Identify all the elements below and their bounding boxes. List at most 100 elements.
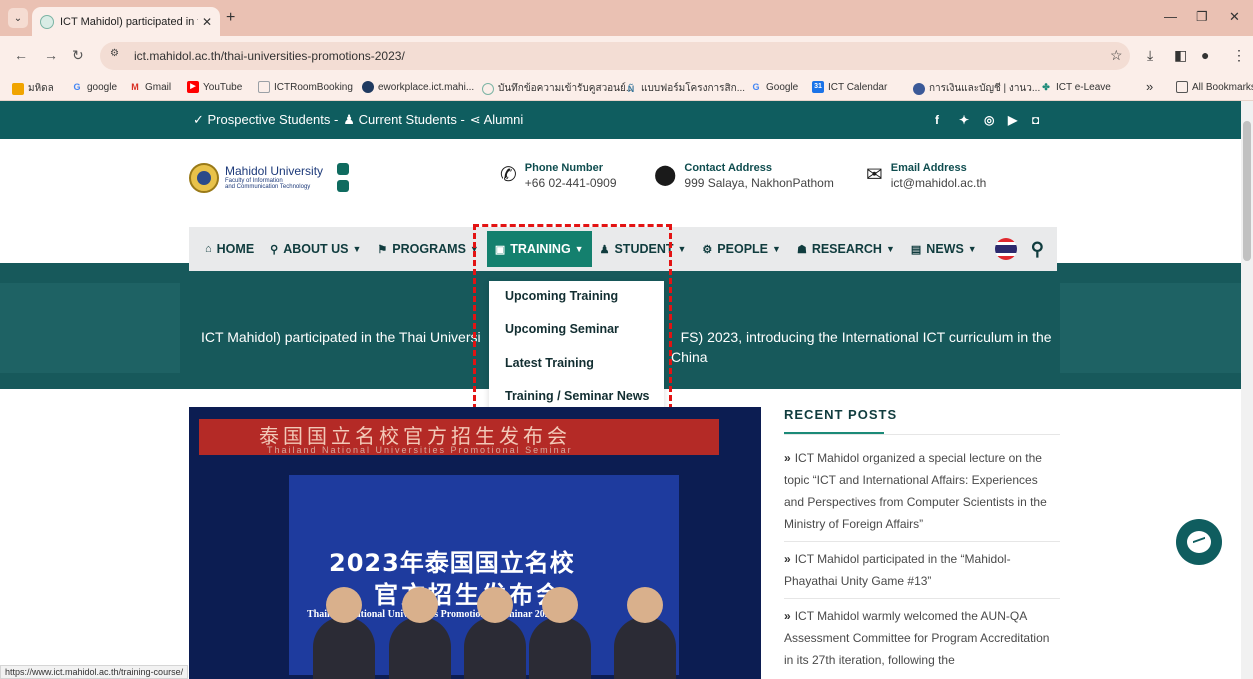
- bookmark-item[interactable]: G Google: [750, 81, 798, 93]
- bookmark-item[interactable]: ✤ ICT e-Leave: [1040, 81, 1111, 93]
- youtube-icon: ▶: [187, 81, 199, 93]
- tab-search-button[interactable]: ⌄: [8, 8, 28, 28]
- audience-links: ✓ Prospective Students - ♟ Current Stude…: [193, 112, 523, 128]
- university-name: Mahidol University: [225, 164, 324, 179]
- location-pin-icon: ⬤: [654, 164, 677, 186]
- nav-news[interactable]: ▤ NEWS ▼: [903, 231, 985, 267]
- google-icon: G: [752, 82, 760, 92]
- address-bar[interactable]: ⚙ ict.mahidol.ac.th/thai-universities-pr…: [100, 42, 1130, 70]
- scrollbar-thumb[interactable]: [1243, 121, 1251, 261]
- close-tab-icon[interactable]: ✕: [202, 15, 212, 29]
- globe-icon: [362, 81, 374, 93]
- hero-background-graphic: [1060, 283, 1241, 373]
- email-contact: ✉ Email Address ict@mahidol.ac.th: [866, 162, 986, 190]
- bookmark-item[interactable]: Ñ แบบฟอร์มโครงการสิก...: [625, 81, 745, 96]
- address-label: Contact Address: [684, 162, 772, 174]
- browser-toolbar: ← → ↻ ⚙ ict.mahidol.ac.th/thai-universit…: [0, 36, 1253, 76]
- phone-contact: ✆ Phone Number +66 02-441-0909: [500, 162, 617, 190]
- forward-icon[interactable]: →: [44, 47, 58, 63]
- hero-background-graphic: [0, 283, 180, 373]
- youtube-icon[interactable]: ▶: [1008, 113, 1017, 127]
- top-info-bar: ✓ Prospective Students - ♟ Current Stude…: [0, 101, 1241, 139]
- download-icon[interactable]: ⤓: [1147, 47, 1153, 64]
- bookmark-item[interactable]: Ggoogle: [71, 81, 117, 93]
- mahidol-icon: [12, 82, 24, 95]
- people-icon: ⚙: [702, 243, 713, 256]
- finance-icon: [913, 82, 925, 95]
- bookmark-item[interactable]: มหิดล: [12, 81, 54, 96]
- bookmark-item[interactable]: eworkplace.ict.mahi...: [362, 81, 474, 93]
- url-text[interactable]: ict.mahidol.ac.th/thai-universities-prom…: [134, 49, 405, 63]
- phone-icon: ✆: [500, 164, 517, 186]
- side-panel-icon[interactable]: ◧: [1174, 47, 1187, 64]
- site-favicon-icon: [40, 14, 54, 29]
- web-page: ✓ Prospective Students - ♟ Current Stude…: [0, 101, 1241, 679]
- thai-flag-icon[interactable]: [994, 238, 1017, 260]
- nav-home[interactable]: ⌂ HOME: [197, 231, 262, 267]
- faculty-name-line2: and Communication Technology: [225, 184, 311, 191]
- nav-programs[interactable]: ⚑ PROGRAMS ▼: [369, 231, 486, 267]
- tab-title: ICT Mahidol) participated in the: [60, 15, 198, 28]
- bookmark-item[interactable]: การเงินและบัญชี | งานว...: [913, 81, 1040, 96]
- address-contact: ⬤ Contact Address 999 Salaya, NakhonPath…: [654, 162, 834, 190]
- bookmark-item[interactable]: ▶ YouTube: [187, 81, 242, 93]
- page-scrollbar[interactable]: [1241, 101, 1253, 679]
- photo-banner-english: Thailand National Universities Promotion…: [267, 445, 573, 455]
- chevron-down-icon: ▼: [352, 244, 362, 254]
- person-figure: [529, 587, 591, 679]
- recent-post-item[interactable]: » ICT Mahidol participated in the “Mahido…: [784, 542, 1060, 599]
- phone-label: Phone Number: [524, 162, 603, 174]
- nav-research[interactable]: ☗ RESEARCH ▼: [789, 231, 903, 267]
- profile-avatar-icon[interactable]: ●: [1201, 47, 1209, 63]
- alumni-link[interactable]: ⋖ Alumni: [470, 112, 524, 128]
- site-logo[interactable]: Mahidol University Faculty of Informatio…: [189, 163, 351, 193]
- bookmark-item[interactable]: บันทึกข้อความเข้ารับคูสวอนย์...: [482, 81, 634, 96]
- minimize-icon[interactable]: —: [1164, 9, 1177, 24]
- status-bar-url: https://www.ict.mahidol.ac.th/training-c…: [0, 665, 189, 679]
- twitter-icon[interactable]: ✦: [959, 113, 969, 127]
- search-icon[interactable]: ⚲: [1031, 239, 1044, 260]
- graduation-cap-icon: ⚑: [377, 243, 388, 256]
- bookmark-item[interactable]: ICTRoomBooking: [258, 81, 353, 93]
- ict-icon: Ñ: [627, 83, 635, 94]
- nav-people[interactable]: ⚙ PEOPLE ▼: [694, 231, 789, 267]
- site-header: Mahidol University Faculty of Informatio…: [0, 139, 1241, 227]
- bookmark-item[interactable]: 31 ICT Calendar: [812, 81, 887, 93]
- messenger-chat-button[interactable]: [1176, 519, 1222, 565]
- reload-icon[interactable]: ↻: [72, 47, 84, 64]
- nav-about-us[interactable]: ⚲ ABOUT US ▼: [262, 231, 369, 267]
- facebook-icon[interactable]: f: [935, 113, 939, 127]
- chevron-right-icon: »: [784, 552, 791, 566]
- newspaper-icon: ▤: [910, 243, 922, 256]
- person-figure: [313, 587, 375, 679]
- all-bookmarks-button[interactable]: All Bookmarks: [1176, 81, 1253, 93]
- recent-posts-title: RECENT POSTS: [784, 407, 898, 422]
- recent-post-item[interactable]: » ICT Mahidol warmly welcomed the AUN-QA …: [784, 599, 1060, 677]
- folder-icon: [1176, 81, 1188, 93]
- line-icon[interactable]: ◘: [1032, 113, 1039, 127]
- site-info-icon[interactable]: ⚙: [110, 48, 126, 64]
- current-students-link[interactable]: ♟ Current Students -: [343, 112, 464, 128]
- ict-logo-icon: [335, 163, 351, 193]
- messenger-icon: [1187, 531, 1211, 553]
- bookmark-item[interactable]: M Gmail: [129, 81, 171, 93]
- email-value[interactable]: ict@mahidol.ac.th: [891, 176, 987, 190]
- bookmarks-overflow-button[interactable]: »: [1146, 79, 1153, 94]
- person-figure: [389, 587, 451, 679]
- new-tab-button[interactable]: +: [226, 9, 235, 27]
- research-icon: ☗: [796, 243, 807, 256]
- back-icon[interactable]: ←: [14, 47, 28, 63]
- restore-icon[interactable]: ❐: [1196, 9, 1208, 25]
- browser-tab[interactable]: ICT Mahidol) participated in the ✕: [32, 7, 220, 36]
- person-figure: [464, 587, 526, 679]
- prospective-students-link[interactable]: ✓ Prospective Students -: [193, 112, 338, 128]
- phone-value[interactable]: +66 02-441-0909: [525, 176, 617, 190]
- bookmark-star-icon[interactable]: ☆: [1110, 47, 1123, 64]
- recent-post-item[interactable]: » ICT Mahidol organized a special lecture…: [784, 441, 1060, 542]
- person-figure: [614, 587, 676, 679]
- instagram-icon[interactable]: ◎: [984, 113, 994, 127]
- browser-menu-icon[interactable]: ⋮: [1232, 47, 1246, 64]
- close-window-icon[interactable]: ✕: [1229, 9, 1240, 25]
- recent-posts-sidebar: RECENT POSTS » ICT Mahidol organized a sp…: [784, 407, 1060, 677]
- leave-icon: ✤: [1042, 82, 1050, 92]
